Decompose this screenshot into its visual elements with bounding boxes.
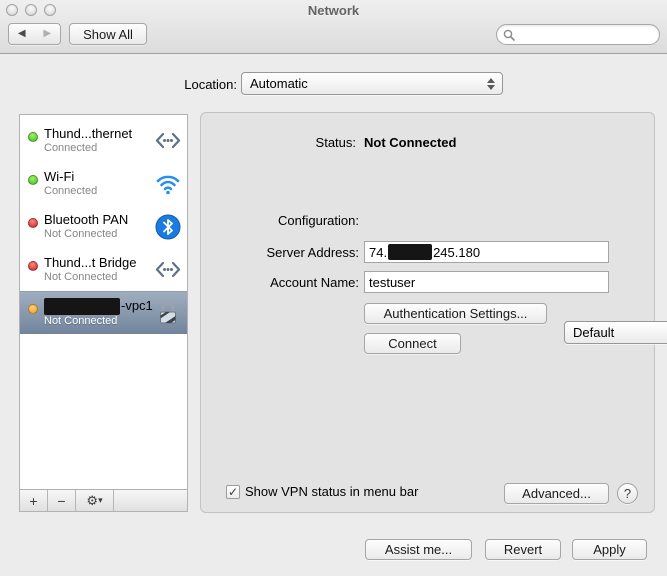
status-dot-red-icon — [28, 218, 38, 228]
gear-menu-button[interactable]: ⚙▾ — [76, 490, 114, 511]
configuration-popup[interactable]: Default — [564, 321, 667, 344]
stepper-icon — [485, 73, 497, 94]
account-name-input[interactable] — [369, 275, 604, 290]
assist-me-button[interactable]: Assist me... — [365, 539, 472, 560]
forward-button[interactable]: ▶ — [35, 24, 61, 44]
nav-segmented-control: ◀ ▶ — [8, 23, 61, 45]
interface-name: -vpc1 — [44, 298, 153, 315]
list-item-vpn-selected[interactable]: -vpc1 Not Connected — [20, 291, 187, 334]
titlebar: Network ◀ ▶ Show All — [0, 0, 667, 54]
interface-status: Connected — [44, 142, 132, 156]
server-address-suffix: 245.180 — [433, 245, 480, 260]
status-label: Status: — [201, 135, 356, 150]
connect-button[interactable]: Connect — [364, 333, 461, 354]
interface-name: Thund...thernet — [44, 126, 132, 142]
list-item-thunderbolt-bridge[interactable]: Thund...t Bridge Not Connected — [20, 248, 187, 291]
status-dot-green-icon — [28, 175, 38, 185]
interface-status: Not Connected — [44, 228, 128, 242]
configuration-popup-value: Default — [573, 325, 614, 340]
remove-interface-button[interactable]: − — [48, 490, 76, 511]
bluetooth-icon — [154, 213, 182, 241]
search-input[interactable] — [518, 28, 667, 42]
status-value: Not Connected — [364, 135, 456, 150]
checkmark-icon: ✓ — [228, 486, 238, 498]
interface-rows: Thund...thernet Connected Wi-Fi Connecte… — [20, 115, 187, 489]
apply-button[interactable]: Apply — [572, 539, 647, 560]
location-popup[interactable]: Automatic — [241, 72, 503, 95]
show-all-button[interactable]: Show All — [69, 23, 147, 45]
revert-button[interactable]: Revert — [485, 539, 561, 560]
configuration-label: Configuration: — [201, 213, 359, 228]
back-button[interactable]: ◀ — [9, 24, 35, 44]
gear-icon: ⚙ — [86, 493, 98, 508]
status-dot-orange-icon — [28, 304, 38, 314]
search-icon — [503, 29, 515, 41]
sidebar-toolbar: + − ⚙▾ — [20, 489, 187, 511]
redacted-vpn-name — [44, 298, 120, 315]
interface-list: Thund...thernet Connected Wi-Fi Connecte… — [19, 114, 188, 512]
interface-name: Thund...t Bridge — [44, 255, 137, 271]
advanced-button[interactable]: Advanced... — [504, 483, 609, 504]
network-preferences-window: Network ◀ ▶ Show All Location: Automatic… — [0, 0, 667, 576]
lock-icon — [154, 299, 182, 327]
show-vpn-checkbox[interactable]: ✓ — [226, 485, 240, 499]
interface-name: Bluetooth PAN — [44, 212, 128, 228]
authentication-settings-button[interactable]: Authentication Settings... — [364, 303, 547, 324]
location-label: Location: — [97, 77, 237, 92]
chevron-down-icon: ▾ — [98, 495, 103, 505]
interface-name: Wi-Fi — [44, 169, 97, 185]
list-item-thunderbolt-ethernet[interactable]: Thund...thernet Connected — [20, 119, 187, 162]
server-address-prefix: 74. — [369, 245, 387, 260]
add-interface-button[interactable]: + — [20, 490, 48, 511]
window-title: Network — [0, 3, 667, 18]
thunderbolt-icon — [154, 127, 182, 155]
show-vpn-checkbox-label: Show VPN status in menu bar — [245, 484, 418, 499]
search-field[interactable] — [496, 24, 660, 45]
server-address-field[interactable]: 74. 245.180 — [364, 241, 609, 263]
list-item-wifi[interactable]: Wi-Fi Connected — [20, 162, 187, 205]
server-address-label: Server Address: — [201, 245, 359, 260]
interface-status: Not Connected — [44, 271, 137, 285]
interface-status: Connected — [44, 185, 97, 199]
account-name-field[interactable] — [364, 271, 609, 293]
account-name-label: Account Name: — [201, 275, 359, 290]
interface-status: Not Connected — [44, 315, 153, 329]
redacted-ip-segment — [388, 244, 432, 260]
thunderbolt-icon — [154, 256, 182, 284]
location-popup-value: Automatic — [250, 76, 308, 91]
list-item-bluetooth-pan[interactable]: Bluetooth PAN Not Connected — [20, 205, 187, 248]
help-button[interactable]: ? — [617, 483, 638, 504]
vpn-detail-panel: Status: Not Connected Configuration: Def… — [200, 112, 655, 513]
wifi-icon — [154, 170, 182, 198]
status-dot-green-icon — [28, 132, 38, 142]
status-dot-red-icon — [28, 261, 38, 271]
